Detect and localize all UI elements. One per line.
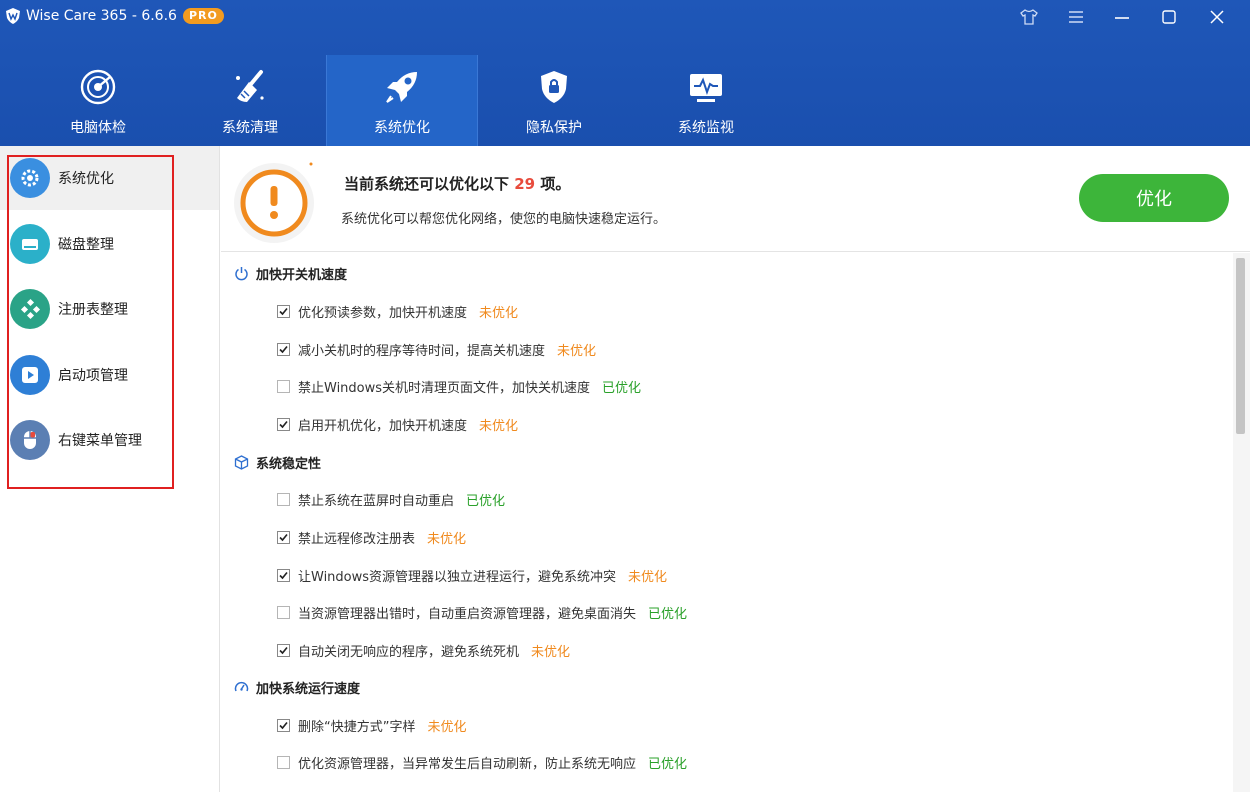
broom-icon bbox=[230, 67, 270, 107]
app-logo-icon bbox=[6, 8, 20, 24]
tab-label: 电脑体检 bbox=[70, 120, 126, 136]
title-bar: Wise Care 365 - 6.6.6 PRO 电脑体检 系统清理 系统优化… bbox=[0, 0, 1250, 146]
tab-label: 系统监视 bbox=[678, 120, 734, 136]
option-checkbox[interactable] bbox=[277, 342, 290, 356]
tab-privacy[interactable]: 隐私保护 bbox=[478, 55, 630, 146]
monitor-pulse-icon bbox=[686, 67, 726, 107]
cube-icon bbox=[233, 454, 249, 470]
tab-label: 系统优化 bbox=[374, 120, 430, 136]
shield-lock-icon bbox=[534, 67, 574, 107]
option-row[interactable]: 让Windows资源管理器以独立进程运行，避免系统冲突 未优化 bbox=[277, 565, 667, 585]
option-checkbox[interactable] bbox=[277, 530, 290, 544]
main-tabs: 电脑体检 系统清理 系统优化 隐私保护 系统监视 bbox=[22, 55, 782, 146]
rocket-icon bbox=[382, 67, 422, 107]
app-title: Wise Care 365 - 6.6.6 PRO bbox=[6, 5, 224, 27]
tab-monitor[interactable]: 系统监视 bbox=[630, 55, 782, 146]
scrollbar-thumb[interactable] bbox=[1236, 258, 1245, 434]
menu-icon[interactable] bbox=[1062, 6, 1090, 28]
status-label: 未优化 bbox=[427, 531, 467, 547]
section-header: 系统稳定性 bbox=[233, 452, 321, 472]
power-icon bbox=[233, 265, 249, 281]
option-row[interactable]: 启用开机优化，加快开机速度 未优化 bbox=[277, 414, 518, 434]
optimize-summary: 当前系统还可以优化以下 29 项。 系统优化可以帮您优化网络，使您的电脑快速稳定… bbox=[221, 146, 1250, 252]
option-checkbox[interactable] bbox=[277, 304, 290, 318]
option-row[interactable]: 删除“快捷方式”字样 未优化 bbox=[277, 715, 467, 735]
status-label: 未优化 bbox=[557, 343, 597, 359]
skin-icon[interactable] bbox=[1015, 6, 1043, 28]
option-row[interactable]: 禁止远程修改注册表 未优化 bbox=[277, 527, 466, 547]
minimize-icon[interactable] bbox=[1108, 6, 1136, 28]
tab-system-optimize[interactable]: 系统优化 bbox=[326, 55, 478, 146]
option-row[interactable]: 禁止Windows关机时清理页面文件，加快关机速度 已优化 bbox=[277, 376, 641, 396]
status-label: 已优化 bbox=[648, 606, 688, 622]
warning-icon bbox=[231, 158, 317, 244]
optimize-button[interactable]: 优化 bbox=[1079, 174, 1229, 222]
status-label: 已优化 bbox=[466, 493, 506, 509]
option-row[interactable]: 禁止系统在蓝屏时自动重启 已优化 bbox=[277, 489, 505, 509]
option-checkbox[interactable] bbox=[277, 568, 290, 582]
option-checkbox[interactable] bbox=[277, 379, 290, 393]
option-checkbox[interactable] bbox=[277, 417, 290, 431]
status-label: 未优化 bbox=[479, 305, 519, 321]
highlight-box bbox=[7, 155, 174, 489]
status-label: 已优化 bbox=[602, 380, 642, 396]
option-row[interactable]: 当资源管理器出错时，自动重启资源管理器，避免桌面消失 已优化 bbox=[277, 602, 687, 622]
option-checkbox[interactable] bbox=[277, 492, 290, 506]
tab-label: 隐私保护 bbox=[526, 120, 582, 136]
option-row[interactable]: 自动关闭无响应的程序，避免系统死机 未优化 bbox=[277, 640, 570, 660]
status-label: 未优化 bbox=[479, 418, 519, 434]
section-header: 加快系统运行速度 bbox=[233, 677, 360, 697]
option-row[interactable]: 优化预读参数，加快开机速度 未优化 bbox=[277, 301, 518, 321]
tab-system-clean[interactable]: 系统清理 bbox=[174, 55, 326, 146]
status-label: 未优化 bbox=[531, 644, 571, 660]
option-row[interactable]: 减小关机时的程序等待时间，提高关机速度 未优化 bbox=[277, 339, 596, 359]
optimize-list: 加快开关机速度 优化预读参数，加快开机速度 未优化 减小关机时的程序等待时间，提高… bbox=[221, 253, 1233, 792]
option-checkbox[interactable] bbox=[277, 605, 290, 619]
app-title-text: Wise Care 365 - 6.6.6 bbox=[26, 8, 177, 24]
section-header: 加快开关机速度 bbox=[233, 263, 347, 283]
option-checkbox[interactable] bbox=[277, 755, 290, 769]
pro-badge: PRO bbox=[182, 8, 224, 24]
option-checkbox[interactable] bbox=[277, 643, 290, 657]
option-checkbox[interactable] bbox=[277, 718, 290, 732]
tab-pc-checkup[interactable]: 电脑体检 bbox=[22, 55, 174, 146]
maximize-icon[interactable] bbox=[1155, 6, 1183, 28]
status-label: 已优化 bbox=[648, 756, 688, 772]
tab-label: 系统清理 bbox=[222, 120, 278, 136]
summary-description: 系统优化可以帮您优化网络，使您的电脑快速稳定运行。 bbox=[341, 212, 667, 227]
pending-count: 29 bbox=[514, 175, 536, 193]
status-label: 未优化 bbox=[628, 569, 668, 585]
summary-title: 当前系统还可以优化以下 29 项。 bbox=[344, 175, 571, 193]
close-icon[interactable] bbox=[1203, 6, 1231, 28]
speedometer-icon bbox=[233, 679, 249, 695]
radar-icon bbox=[78, 67, 118, 107]
option-row[interactable]: 优化资源管理器，当异常发生后自动刷新，防止系统无响应 已优化 bbox=[277, 752, 687, 772]
status-label: 未优化 bbox=[427, 719, 467, 735]
